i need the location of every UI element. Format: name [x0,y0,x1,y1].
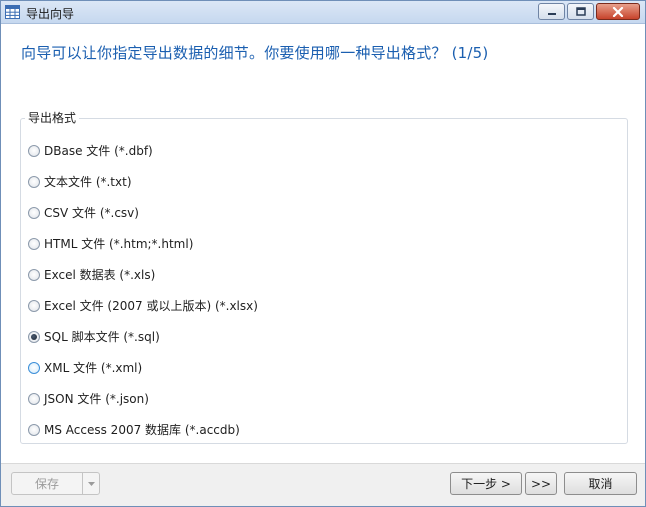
option-label: HTML 文件 (*.htm;*.html) [44,237,194,251]
minimize-button[interactable] [538,3,565,20]
option-label: Excel 文件 (2007 或以上版本) (*.xlsx) [44,299,258,313]
option-label: SQL 脚本文件 (*.sql) [44,330,160,344]
maximize-button[interactable] [567,3,594,20]
option-label: MS Access 2007 数据库 (*.accdb) [44,423,240,437]
minimize-icon [547,12,556,15]
radio-button[interactable] [28,206,40,219]
radio-button-selected[interactable] [28,330,40,343]
radio-button-hovered[interactable] [28,361,40,374]
export-format-legend: 导出格式 [25,109,80,126]
radio-button[interactable] [28,268,40,281]
table-grid-icon [5,5,20,19]
radio-button[interactable] [28,423,40,436]
format-option-json[interactable]: JSON 文件 (*.json) [28,383,258,414]
option-label: CSV 文件 (*.csv) [44,206,139,220]
format-option-csv[interactable]: CSV 文件 (*.csv) [28,197,258,228]
format-options: DBase 文件 (*.dbf) 文本文件 (*.txt) CSV 文件 (*.… [28,135,258,445]
format-option-dbf[interactable]: DBase 文件 (*.dbf) [28,135,258,166]
page-heading: 向导可以让你指定导出数据的细节。你要使用哪一种导出格式？ (1/5) [21,44,489,62]
next-button[interactable]: 下一步 > [450,472,522,495]
window-controls [538,3,640,20]
radio-button[interactable] [28,392,40,405]
cancel-button[interactable]: 取消 [564,472,637,495]
radio-button[interactable] [28,299,40,312]
save-button[interactable]: 保存 [11,472,83,495]
option-label: 文本文件 (*.txt) [44,175,132,189]
format-option-xlsx[interactable]: Excel 文件 (2007 或以上版本) (*.xlsx) [28,290,258,321]
option-label: DBase 文件 (*.dbf) [44,144,153,158]
option-label: Excel 数据表 (*.xls) [44,268,156,282]
maximize-icon [575,7,586,16]
title-bar[interactable]: 导出向导 [1,1,645,24]
wizard-footer: 保存 下一步 > >> 取消 [1,463,645,506]
format-option-html[interactable]: HTML 文件 (*.htm;*.html) [28,228,258,259]
radio-button[interactable] [28,144,40,157]
close-icon [612,6,624,17]
format-option-xls[interactable]: Excel 数据表 (*.xls) [28,259,258,290]
option-label: JSON 文件 (*.json) [44,392,149,406]
export-wizard-window: 导出向导 向导可以让你指定导出数据的细节。你要使用哪一种导出格式？ (1/5) [0,0,646,507]
option-label: XML 文件 (*.xml) [44,361,143,375]
save-dropdown-button[interactable] [82,472,100,495]
fast-forward-button[interactable]: >> [525,472,557,495]
format-option-txt[interactable]: 文本文件 (*.txt) [28,166,258,197]
radio-button[interactable] [28,237,40,250]
close-button[interactable] [596,3,640,20]
format-option-sql[interactable]: SQL 脚本文件 (*.sql) [28,321,258,352]
format-option-accdb[interactable]: MS Access 2007 数据库 (*.accdb) [28,414,258,445]
radio-button[interactable] [28,175,40,188]
chevron-down-icon [87,481,95,486]
window-title: 导出向导 [26,7,75,21]
format-option-xml[interactable]: XML 文件 (*.xml) [28,352,258,383]
